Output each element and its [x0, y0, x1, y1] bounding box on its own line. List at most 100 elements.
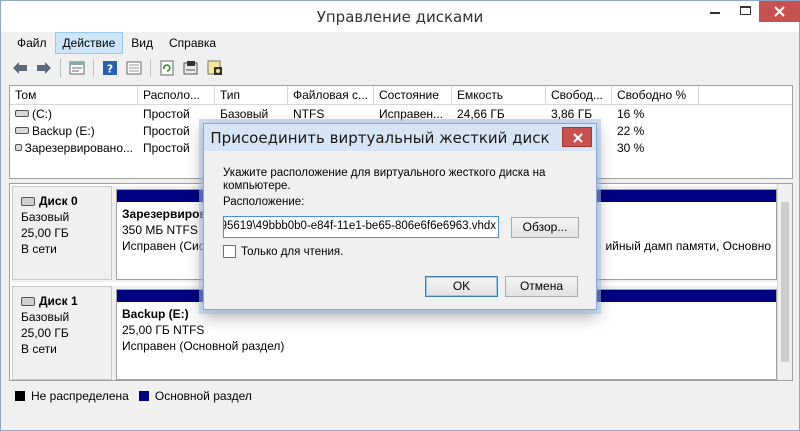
- partition-size: 350 МБ NTFS: [122, 223, 198, 237]
- disk-type: Базовый: [21, 310, 70, 324]
- settings-icon: [207, 60, 222, 75]
- menu-help[interactable]: Справка: [161, 32, 224, 54]
- disk-name-row: Диск 1: [21, 293, 103, 309]
- minimize-button[interactable]: [701, 1, 729, 22]
- disk-1-label[interactable]: Диск 1 Базовый 25,00 ГБ В сети: [12, 286, 112, 380]
- close-icon: [573, 133, 583, 143]
- refresh-button[interactable]: [156, 57, 178, 79]
- filesystem-cell: NTFS: [293, 106, 325, 121]
- column-header-free-space[interactable]: Свобод...: [546, 86, 612, 104]
- attach-vhd-dialog: Присоединить виртуальный жесткий диск Ук…: [203, 123, 597, 310]
- svg-text:?: ?: [107, 63, 113, 76]
- menu-view[interactable]: Вид: [123, 32, 161, 54]
- browse-button[interactable]: Обзор...: [511, 217, 579, 238]
- drive-icon: [15, 127, 29, 134]
- minimize-icon: [710, 12, 720, 14]
- readonly-checkbox-row[interactable]: Только для чтения.: [223, 245, 343, 258]
- readonly-checkbox[interactable]: [223, 245, 236, 258]
- ok-button[interactable]: OK: [425, 276, 498, 297]
- column-header-capacity[interactable]: Емкость: [452, 86, 546, 104]
- volume-name: (C:): [32, 106, 52, 121]
- cancel-button[interactable]: Отмена: [505, 276, 578, 297]
- free-space-cell: 3,86 ГБ: [551, 106, 593, 121]
- disk-status: В сети: [21, 342, 57, 356]
- legend-label-unallocated: Не распределена: [31, 389, 129, 403]
- free-percent-cell: 22 %: [617, 123, 645, 138]
- help-button[interactable]: ?: [99, 57, 121, 79]
- drive-icon: [15, 144, 22, 151]
- status-cell: Исправен...: [379, 106, 444, 121]
- rescan-icon: [183, 61, 198, 75]
- disk-status: В сети: [21, 242, 57, 256]
- disk-name: Диск 0: [39, 194, 78, 208]
- close-icon: [774, 6, 785, 17]
- column-header-filesystem[interactable]: Файловая с...: [288, 86, 374, 104]
- disk-0-label[interactable]: Диск 0 Базовый 25,00 ГБ В сети: [12, 186, 112, 280]
- dialog-body: Укажите расположение для виртуального же…: [204, 151, 596, 309]
- settings-button[interactable]: [204, 57, 226, 79]
- capacity-cell: 24,66 ГБ: [457, 106, 505, 121]
- maximize-button[interactable]: [731, 1, 759, 22]
- volume-row[interactable]: (C:) Простой Базовый NTFS Исправен... 24…: [10, 105, 792, 122]
- column-header-status[interactable]: Состояние: [374, 86, 452, 104]
- help-icon: ?: [103, 61, 117, 76]
- menu-bar: Файл Действие Вид Справка: [9, 32, 224, 54]
- legend-label-primary: Основной раздел: [154, 389, 252, 403]
- volume-list-header: Том Располо... Тип Файловая с... Состоян…: [10, 86, 792, 105]
- partition-status: Исправен (Основной раздел): [122, 339, 285, 353]
- volume-cell: (C:): [10, 105, 138, 122]
- disk-map-scrollbar[interactable]: [777, 184, 792, 380]
- location-value: 095619\49bbb0b0-e84f-11e1-be65-806e6f6e6…: [223, 220, 496, 232]
- column-header-type[interactable]: Тип: [215, 86, 288, 104]
- column-header-layout[interactable]: Располо...: [138, 86, 215, 104]
- help-pane-icon: [126, 61, 142, 75]
- dialog-title-bar: Присоединить виртуальный жесткий диск: [204, 124, 596, 151]
- toolbar-separator: [150, 59, 151, 77]
- partition-status: Исправен (Сис: [122, 239, 205, 253]
- back-button[interactable]: [9, 57, 31, 79]
- menu-file[interactable]: Файл: [9, 32, 55, 54]
- toolbar-separator: [93, 59, 94, 77]
- disk-name-row: Диск 0: [21, 193, 103, 209]
- volume-name: Зарезервировано...: [24, 140, 133, 155]
- title-bar: Управление дисками: [1, 1, 800, 32]
- disk-size: 25,00 ГБ: [21, 326, 69, 340]
- dialog-description: Укажите расположение для виртуального же…: [223, 167, 546, 192]
- free-percent-cell: 30 %: [617, 140, 645, 155]
- volume-name: Backup (E:): [32, 123, 95, 138]
- forward-arrow-icon: [37, 62, 51, 74]
- location-label: Расположение:: [223, 196, 305, 208]
- maximize-icon: [740, 6, 751, 15]
- disk-size: 25,00 ГБ: [21, 226, 69, 240]
- disk-icon: [21, 196, 35, 206]
- partition-title: Зарезервиров: [122, 207, 207, 221]
- partition-size: 25,00 ГБ NTFS: [122, 323, 205, 337]
- menu-action[interactable]: Действие: [54, 32, 124, 54]
- forward-button[interactable]: [33, 57, 55, 79]
- disk-type: Базовый: [21, 210, 70, 224]
- window-title: Управление дисками: [316, 8, 484, 26]
- toolbar-separator: [60, 59, 61, 77]
- back-arrow-icon: [13, 62, 27, 74]
- location-input[interactable]: 095619\49bbb0b0-e84f-11e1-be65-806e6f6e6…: [223, 216, 499, 238]
- column-header-volume[interactable]: Том: [10, 86, 138, 104]
- properties-button[interactable]: [66, 57, 88, 79]
- volume-cell: Backup (E:): [10, 122, 138, 139]
- drive-icon: [15, 110, 29, 117]
- scrollbar-thumb[interactable]: [781, 202, 789, 362]
- dialog-close-button[interactable]: [562, 127, 592, 147]
- volume-cell: Зарезервировано...: [10, 139, 138, 156]
- legend-swatch-unallocated: [15, 391, 25, 401]
- free-percent-cell: 16 %: [617, 106, 645, 121]
- close-button[interactable]: [759, 1, 800, 22]
- legend: Не распределена Основной раздел: [9, 385, 793, 407]
- layout-cell: Простой: [143, 106, 190, 121]
- help-pane-button[interactable]: [123, 57, 145, 79]
- readonly-label: Только для чтения.: [241, 245, 344, 258]
- legend-swatch-primary: [138, 391, 149, 401]
- rescan-button[interactable]: [180, 57, 202, 79]
- dialog-title: Присоединить виртуальный жесткий диск: [210, 129, 550, 147]
- column-header-free-percent[interactable]: Свободно %: [612, 86, 699, 104]
- refresh-icon: [160, 60, 174, 76]
- partition-info: Backup (E:) 25,00 ГБ NTFS Исправен (Осно…: [117, 302, 776, 358]
